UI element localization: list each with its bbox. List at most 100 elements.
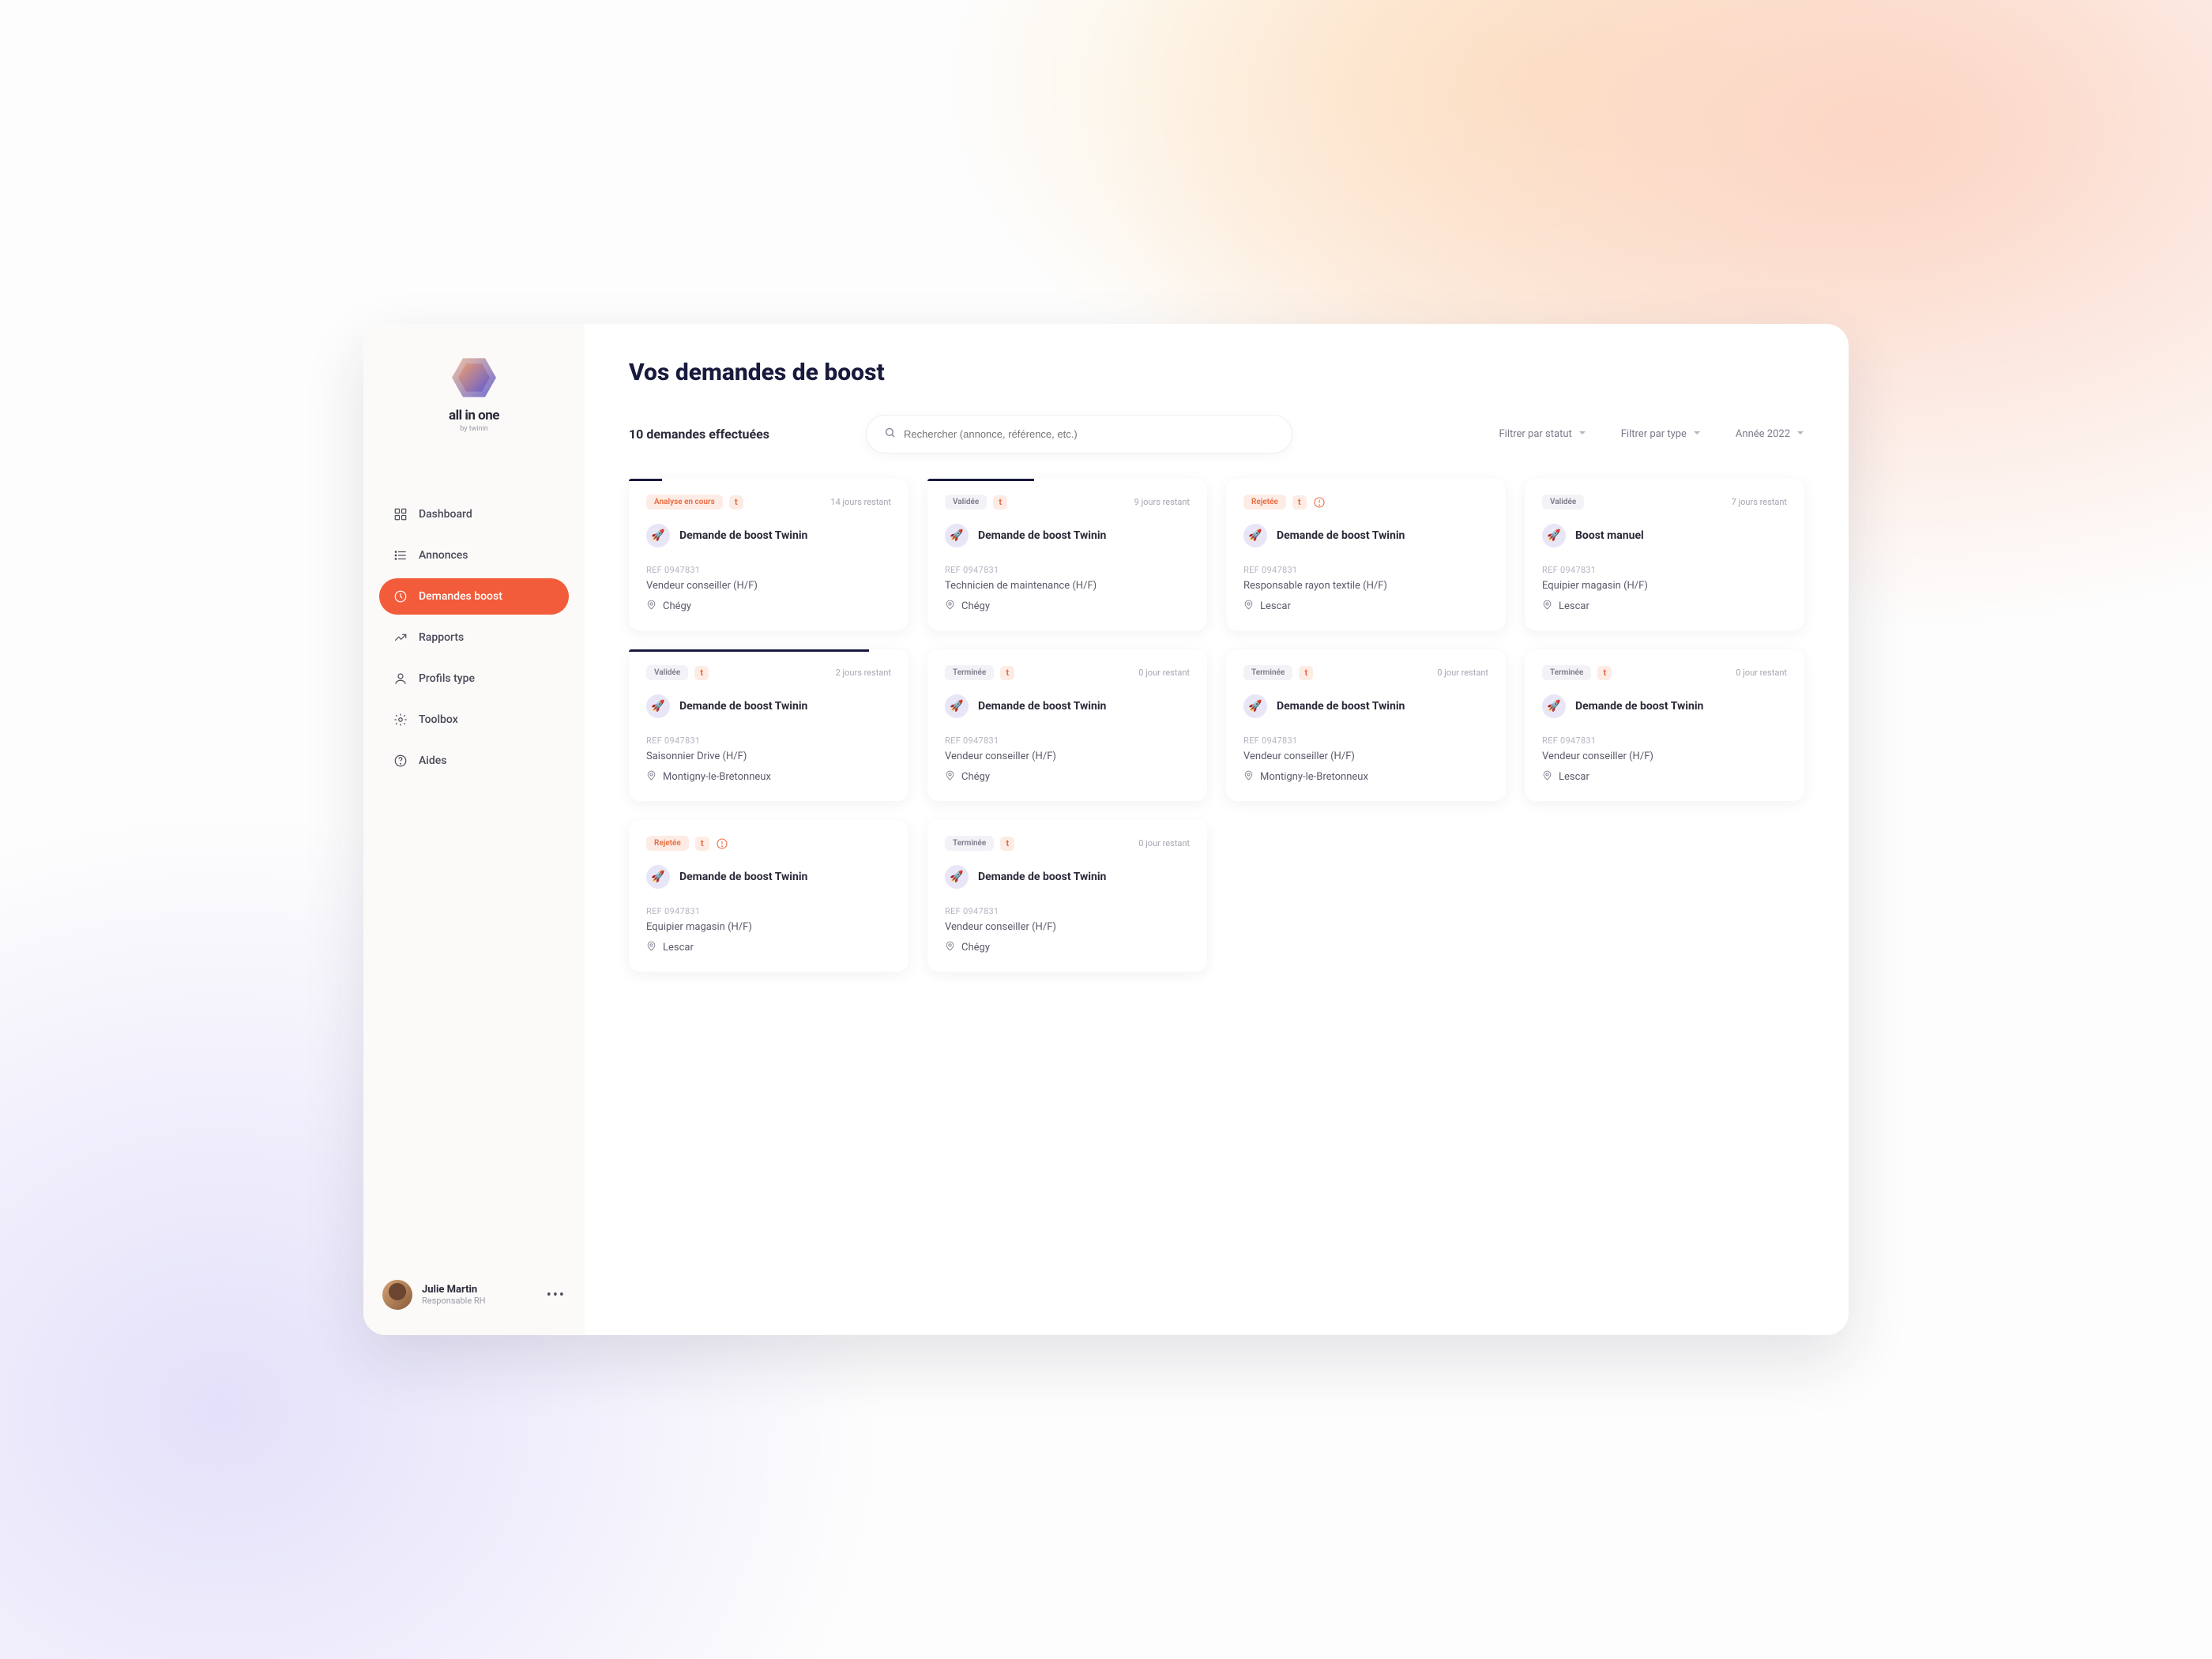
warning-icon <box>1313 496 1326 509</box>
search-box[interactable] <box>866 415 1292 453</box>
location-text: Chégy <box>961 771 990 783</box>
chevron-down-icon <box>1578 428 1586 440</box>
filters: Filtrer par statut Filtrer par type Anné… <box>1499 428 1804 440</box>
filter-type[interactable]: Filtrer par type <box>1621 428 1701 440</box>
nav-label: Profils type <box>419 672 475 685</box>
brand-logo: all in one by twinin <box>379 356 569 433</box>
status-badge: Validée <box>1542 495 1584 510</box>
status-badge: Terminée <box>1542 665 1591 680</box>
card-title: Boost manuel <box>1575 529 1644 542</box>
card-ref: REF 0947831 <box>646 906 891 916</box>
search-input[interactable] <box>904 428 1274 440</box>
card-ref: REF 0947831 <box>945 735 1190 746</box>
nav-demandes-boost[interactable]: Demandes boost <box>379 578 569 615</box>
card-icon: 🚀 <box>945 524 969 547</box>
card-icon: 🚀 <box>945 694 969 718</box>
location-icon <box>945 941 955 954</box>
card-location: Chégy <box>646 600 891 613</box>
twinin-icon: t <box>729 495 743 510</box>
boost-card[interactable]: Terminéet0 jour restant🚀Demande de boost… <box>1525 649 1804 801</box>
nav-dashboard[interactable]: Dashboard <box>379 496 569 532</box>
card-ref: REF 0947831 <box>1243 735 1488 746</box>
boost-card[interactable]: Validée7 jours restant 🚀Boost manuel REF 0… <box>1525 479 1804 630</box>
boost-card[interactable]: Rejetéet 🚀 Demande de boost Twinin REF 0947… <box>629 820 908 972</box>
card-title-row: 🚀Demande de boost Twinin <box>945 865 1190 889</box>
card-ref: REF 0947831 <box>945 565 1190 575</box>
status-badge: Terminée <box>945 836 994 851</box>
main-content: Vos demandes de boost 10 demandes effect… <box>585 324 1849 1335</box>
status-badge: Rejetée <box>646 836 689 851</box>
boost-card[interactable]: Validéet9 jours restant🚀Demande de boost… <box>927 479 1207 630</box>
card-location: Chégy <box>945 770 1190 784</box>
filter-label: Filtrer par type <box>1621 428 1687 440</box>
card-icon: 🚀 <box>646 524 670 547</box>
card-title: Demande de boost Twinin <box>679 871 807 883</box>
card-title: Demande de boost Twinin <box>1575 700 1703 713</box>
twinin-icon: t <box>993 495 1007 510</box>
boost-card[interactable]: Terminéet0 jour restant🚀Demande de boost… <box>927 649 1207 801</box>
card-job: Vendeur conseiller (H/F) <box>945 921 1190 933</box>
card-location: Lescar <box>1542 770 1787 784</box>
nav-profils-type[interactable]: Profils type <box>379 660 569 697</box>
card-head: Rejetéet <box>1243 495 1488 510</box>
days-remaining: 0 jour restant <box>1736 668 1787 678</box>
more-icon[interactable]: ••• <box>547 1287 566 1304</box>
nav-label: Dashboard <box>419 508 472 521</box>
filter-label: Année 2022 <box>1736 428 1790 440</box>
location-text: Montigny-le-Bretonneux <box>1260 771 1368 783</box>
card-location: Chégy <box>945 941 1190 954</box>
days-remaining: 14 jours restant <box>830 497 891 507</box>
card-location: Chégy <box>945 600 1190 613</box>
location-text: Chégy <box>961 600 990 612</box>
card-head: Validée7 jours restant <box>1542 495 1787 510</box>
warning-icon <box>716 837 728 850</box>
nav-label: Rapports <box>419 631 464 644</box>
card-title-row: 🚀Boost manuel <box>1542 524 1787 547</box>
twinin-icon: t <box>1292 495 1307 510</box>
search-icon <box>884 427 896 442</box>
user-role: Responsable RH <box>422 1296 486 1306</box>
app-window: all in one by twinin Dashboard Annonces … <box>363 324 1849 1335</box>
request-count: 10 demandes effectuées <box>629 427 834 442</box>
toolbar: 10 demandes effectuées Filtrer par statu… <box>629 415 1804 453</box>
chevron-down-icon <box>1693 428 1701 440</box>
user-name: Julie Martin <box>422 1284 486 1296</box>
days-remaining: 0 jour restant <box>1138 838 1190 848</box>
card-title-row: 🚀 Demande de boost Twinin <box>646 865 891 889</box>
card-ref: REF 0947831 <box>1542 565 1787 575</box>
card-icon: 🚀 <box>646 694 670 718</box>
boost-card[interactable]: Analyse en cours t 14 jours restant 🚀Demand… <box>629 479 908 630</box>
boost-card[interactable]: Terminéet0 jour restant🚀Demande de boost… <box>927 820 1207 972</box>
card-job: Vendeur conseiller (H/F) <box>1243 750 1488 762</box>
boost-card[interactable]: Rejetéet🚀Demande de boost TwininREF 0947… <box>1226 479 1506 630</box>
card-title-row: 🚀Demande de boost Twinin <box>646 524 891 547</box>
location-text: Lescar <box>1260 600 1291 612</box>
filter-status[interactable]: Filtrer par statut <box>1499 428 1586 440</box>
location-icon <box>1243 770 1254 784</box>
nav-toolbox[interactable]: Toolbox <box>379 702 569 738</box>
user-icon <box>393 672 408 686</box>
filter-year[interactable]: Année 2022 <box>1736 428 1804 440</box>
location-text: Lescar <box>1559 771 1589 783</box>
card-head: Terminéet0 jour restant <box>945 665 1190 680</box>
days-remaining: 9 jours restant <box>1134 497 1190 507</box>
twinin-icon: t <box>1000 666 1014 680</box>
chart-icon <box>393 630 408 645</box>
boost-card[interactable]: Terminéet0 jour restant🚀Demande de boost… <box>1226 649 1506 801</box>
location-icon <box>945 600 955 613</box>
card-title-row: 🚀Demande de boost Twinin <box>1243 524 1488 547</box>
card-head: Rejetéet <box>646 836 891 851</box>
user-area[interactable]: Julie Martin Responsable RH ••• <box>379 1273 569 1316</box>
card-icon: 🚀 <box>646 865 670 889</box>
boost-card[interactable]: Validéet2 jours restant🚀Demande de boost… <box>629 649 908 801</box>
nav-annonces[interactable]: Annonces <box>379 537 569 574</box>
filter-label: Filtrer par statut <box>1499 428 1571 440</box>
nav-rapports[interactable]: Rapports <box>379 619 569 656</box>
location-icon <box>945 770 955 784</box>
card-job: Vendeur conseiller (H/F) <box>646 580 891 592</box>
nav-aides[interactable]: Aides <box>379 743 569 779</box>
card-job: Equipier magasin (H/F) <box>1542 580 1787 592</box>
status-badge: Analyse en cours <box>646 495 723 510</box>
location-text: Chégy <box>663 600 691 612</box>
location-text: Montigny-le-Bretonneux <box>663 771 771 783</box>
